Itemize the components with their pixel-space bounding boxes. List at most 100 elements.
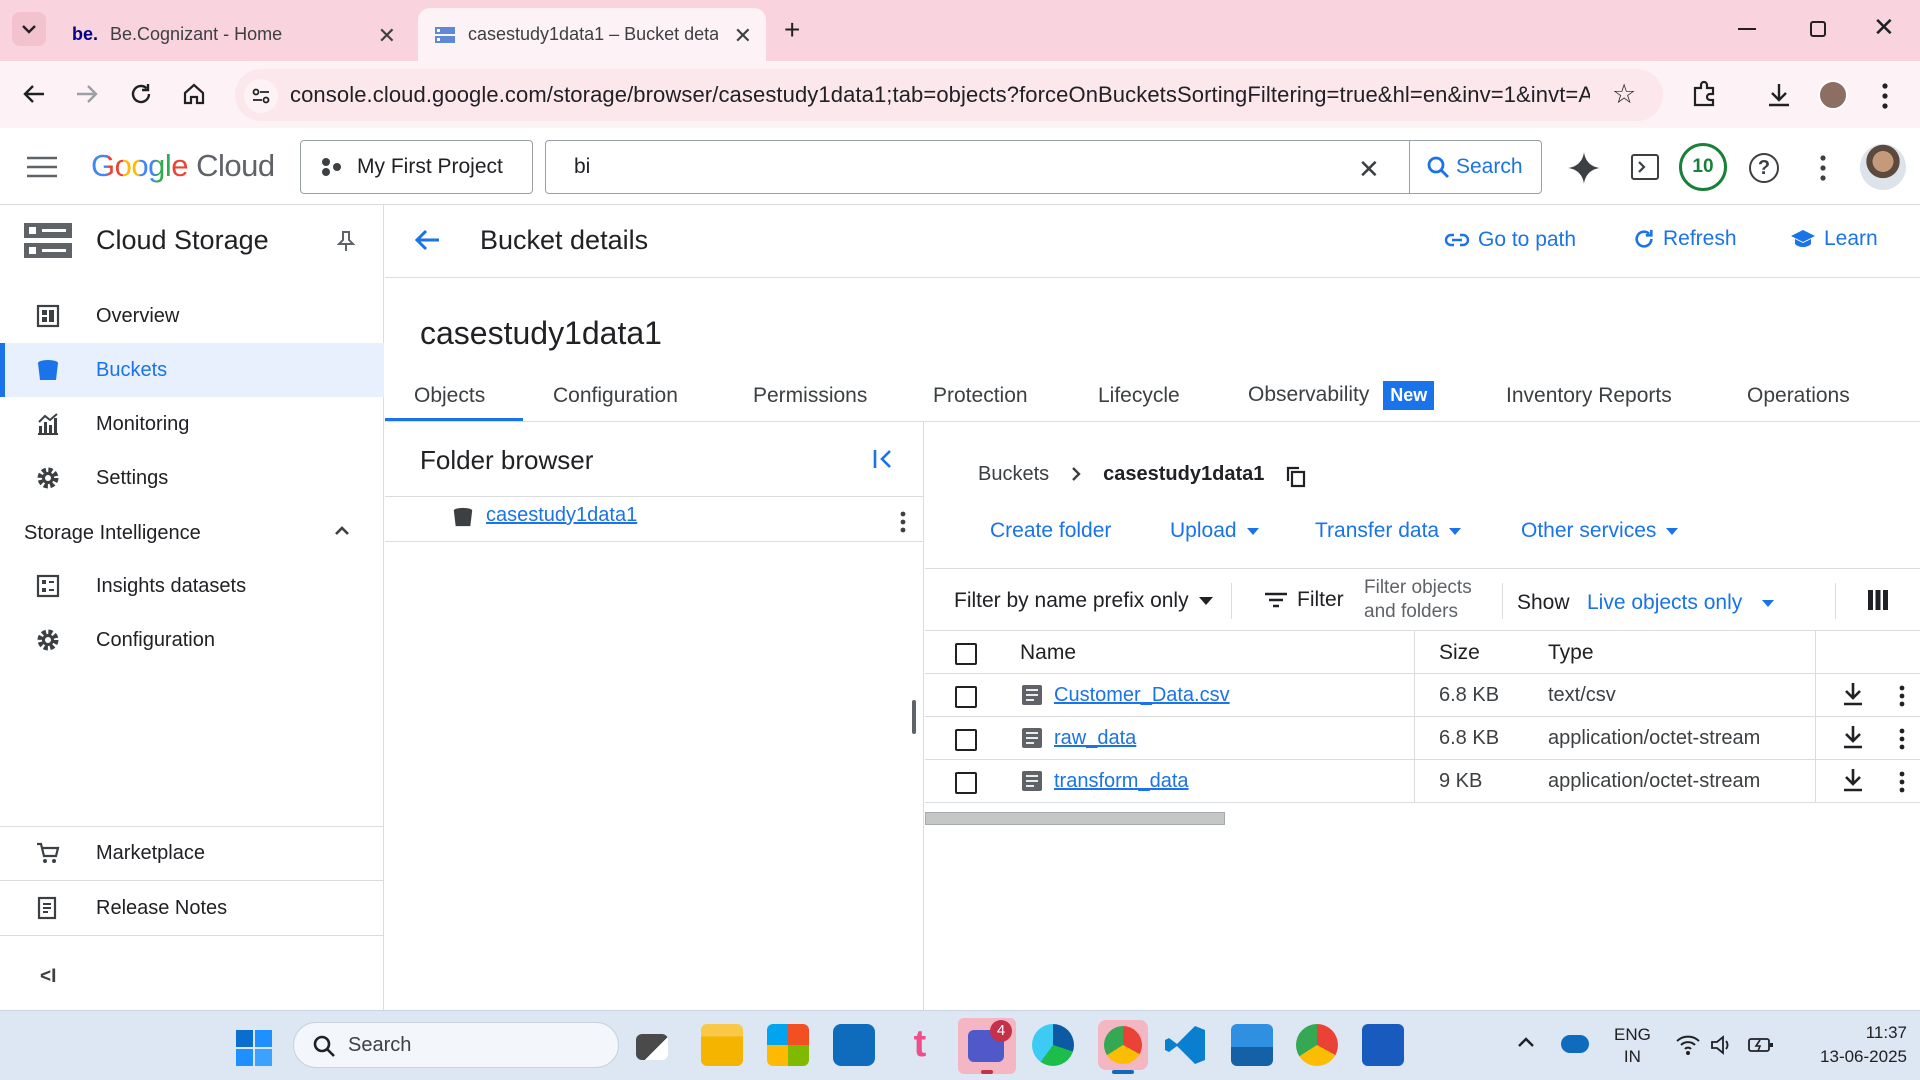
url-text[interactable]: console.cloud.google.com/storage/browser… bbox=[290, 82, 1590, 108]
sidebar-item-insights-datasets[interactable]: Insights datasets bbox=[0, 559, 384, 613]
collapse-sidebar-icon[interactable]: <I bbox=[40, 966, 56, 988]
tab-inventory-reports[interactable]: Inventory Reports bbox=[1506, 384, 1672, 408]
clear-search-icon[interactable]: ✕ bbox=[1358, 154, 1380, 185]
browser-menu-icon[interactable] bbox=[1882, 83, 1888, 109]
account-avatar[interactable] bbox=[1860, 144, 1906, 190]
tab-lifecycle[interactable]: Lifecycle bbox=[1098, 384, 1180, 408]
filter-objects-input[interactable]: Filter objects and folders bbox=[1364, 576, 1472, 624]
resize-handle[interactable] bbox=[912, 700, 916, 734]
back-arrow-icon[interactable] bbox=[22, 84, 46, 104]
table-row[interactable]: Customer_Data.csv 6.8 KB text/csv bbox=[925, 674, 1920, 717]
vscode-icon[interactable] bbox=[1165, 1024, 1207, 1066]
row-more-options-icon[interactable] bbox=[1899, 728, 1905, 750]
close-icon[interactable]: ✕ bbox=[378, 23, 396, 49]
sidebar-item-release-notes[interactable]: Release Notes bbox=[0, 881, 384, 935]
object-name-link[interactable]: Customer_Data.csv bbox=[1054, 684, 1230, 707]
tab-operations[interactable]: Operations bbox=[1747, 384, 1850, 408]
go-to-path-button[interactable]: Go to path bbox=[1444, 228, 1576, 252]
filter-mode-select[interactable]: Filter by name prefix only bbox=[954, 589, 1213, 613]
storage-intelligence-section-header[interactable]: Storage Intelligence bbox=[24, 522, 360, 545]
chrome-icon[interactable] bbox=[1098, 1020, 1148, 1070]
filter-button[interactable]: Filter bbox=[1265, 588, 1344, 612]
windows-start-icon[interactable] bbox=[236, 1030, 272, 1066]
row-checkbox[interactable] bbox=[955, 686, 977, 708]
row-checkbox[interactable] bbox=[955, 772, 977, 794]
row-more-options-icon[interactable] bbox=[1899, 771, 1905, 793]
folder-tree-bucket-link[interactable]: casestudy1data1 bbox=[486, 504, 637, 527]
system-clock[interactable]: 11:37 13-06-2025 bbox=[1797, 1021, 1907, 1069]
pin-icon[interactable] bbox=[336, 230, 356, 252]
sidebar-item-buckets[interactable]: Buckets bbox=[0, 343, 384, 397]
column-header-name[interactable]: Name bbox=[1020, 641, 1076, 665]
table-row[interactable]: transform_data 9 KB application/octet-st… bbox=[925, 760, 1920, 803]
hamburger-menu-icon[interactable] bbox=[27, 156, 57, 178]
create-folder-button[interactable]: Create folder bbox=[990, 519, 1111, 543]
chrome-profile-icon[interactable] bbox=[1296, 1024, 1338, 1066]
microsoft-store-icon[interactable] bbox=[767, 1024, 809, 1066]
tab-protection[interactable]: Protection bbox=[933, 384, 1028, 408]
search-box[interactable]: bi ✕ bbox=[545, 140, 1542, 194]
help-icon[interactable]: ? bbox=[1749, 153, 1779, 183]
project-picker-button[interactable]: My First Project bbox=[300, 140, 533, 194]
onedrive-icon[interactable] bbox=[1561, 1035, 1589, 1053]
learn-button[interactable]: Learn bbox=[1790, 227, 1878, 251]
word-icon[interactable] bbox=[1362, 1024, 1404, 1066]
object-name-link[interactable]: raw_data bbox=[1054, 727, 1136, 750]
row-more-options-icon[interactable] bbox=[1899, 685, 1905, 707]
tab-permissions[interactable]: Permissions bbox=[753, 384, 867, 408]
search-button[interactable]: Search bbox=[1409, 140, 1542, 194]
sidebar-item-overview[interactable]: Overview bbox=[0, 289, 384, 343]
sidebar-item-monitoring[interactable]: Monitoring bbox=[0, 397, 384, 451]
transfer-data-button[interactable]: Transfer data bbox=[1315, 519, 1462, 543]
back-arrow-icon[interactable] bbox=[413, 228, 441, 252]
browser-tab-bucket-details[interactable]: casestudy1data1 – Bucket detai ✕ bbox=[418, 8, 766, 61]
sidebar-item-settings[interactable]: Settings bbox=[0, 451, 384, 505]
file-explorer-icon[interactable] bbox=[701, 1024, 743, 1066]
column-display-icon[interactable] bbox=[1868, 590, 1888, 610]
show-objects-select[interactable]: Live objects only bbox=[1587, 591, 1775, 615]
upload-button[interactable]: Upload bbox=[1170, 519, 1259, 543]
sidebar-item-marketplace[interactable]: Marketplace bbox=[0, 826, 384, 880]
search-input[interactable]: bi bbox=[574, 155, 590, 179]
restore-icon[interactable] bbox=[1810, 21, 1826, 37]
copy-icon[interactable] bbox=[1286, 466, 1306, 488]
table-row[interactable]: raw_data 6.8 KB application/octet-stream bbox=[925, 717, 1920, 760]
sidebar-item-configuration[interactable]: Configuration bbox=[0, 613, 384, 667]
download-icon[interactable] bbox=[1842, 682, 1864, 706]
edge-icon[interactable] bbox=[1032, 1024, 1074, 1066]
forward-arrow-icon[interactable] bbox=[75, 84, 99, 104]
download-icon[interactable] bbox=[1842, 768, 1864, 792]
horizontal-scrollbar[interactable] bbox=[925, 812, 1225, 825]
sharepoint-icon[interactable]: t bbox=[899, 1024, 941, 1066]
select-all-checkbox[interactable] bbox=[955, 643, 977, 665]
new-tab-plus-icon[interactable]: + bbox=[784, 14, 800, 46]
battery-icon[interactable] bbox=[1748, 1035, 1774, 1055]
column-header-size[interactable]: Size bbox=[1439, 641, 1480, 665]
notifications-badge[interactable]: 10 bbox=[1679, 143, 1727, 191]
minimize-icon[interactable] bbox=[1738, 28, 1756, 30]
outlook-icon[interactable] bbox=[833, 1024, 875, 1066]
photos-icon[interactable] bbox=[1231, 1024, 1273, 1066]
show-hidden-icons-chevron[interactable] bbox=[1517, 1036, 1535, 1048]
tab-configuration[interactable]: Configuration bbox=[553, 384, 678, 408]
folder-tree-item-bucket[interactable]: casestudy1data1 bbox=[452, 503, 912, 533]
bookmark-star-icon[interactable]: ☆ bbox=[1612, 79, 1636, 110]
wifi-icon[interactable] bbox=[1676, 1035, 1700, 1055]
close-icon[interactable]: ✕ bbox=[734, 23, 752, 49]
extensions-icon[interactable] bbox=[1690, 80, 1718, 108]
tab-objects[interactable]: Objects bbox=[414, 384, 485, 408]
other-services-button[interactable]: Other services bbox=[1521, 519, 1679, 543]
object-name-link[interactable]: transform_data bbox=[1054, 770, 1189, 793]
refresh-button[interactable]: Refresh bbox=[1633, 227, 1737, 251]
language-indicator[interactable]: ENG IN bbox=[1614, 1024, 1651, 1068]
site-info-icon[interactable] bbox=[244, 79, 278, 113]
profile-avatar[interactable] bbox=[1818, 80, 1848, 110]
reload-icon[interactable] bbox=[129, 82, 153, 106]
download-icon[interactable] bbox=[1766, 82, 1792, 108]
chevron-up-icon[interactable] bbox=[334, 526, 350, 536]
window-close-icon[interactable]: ✕ bbox=[1873, 12, 1895, 43]
browser-tab-becognizant[interactable]: be. Be.Cognizant - Home ✕ bbox=[50, 8, 410, 61]
volume-icon[interactable] bbox=[1710, 1034, 1732, 1056]
home-icon[interactable] bbox=[182, 82, 206, 106]
download-icon[interactable] bbox=[1842, 725, 1864, 749]
